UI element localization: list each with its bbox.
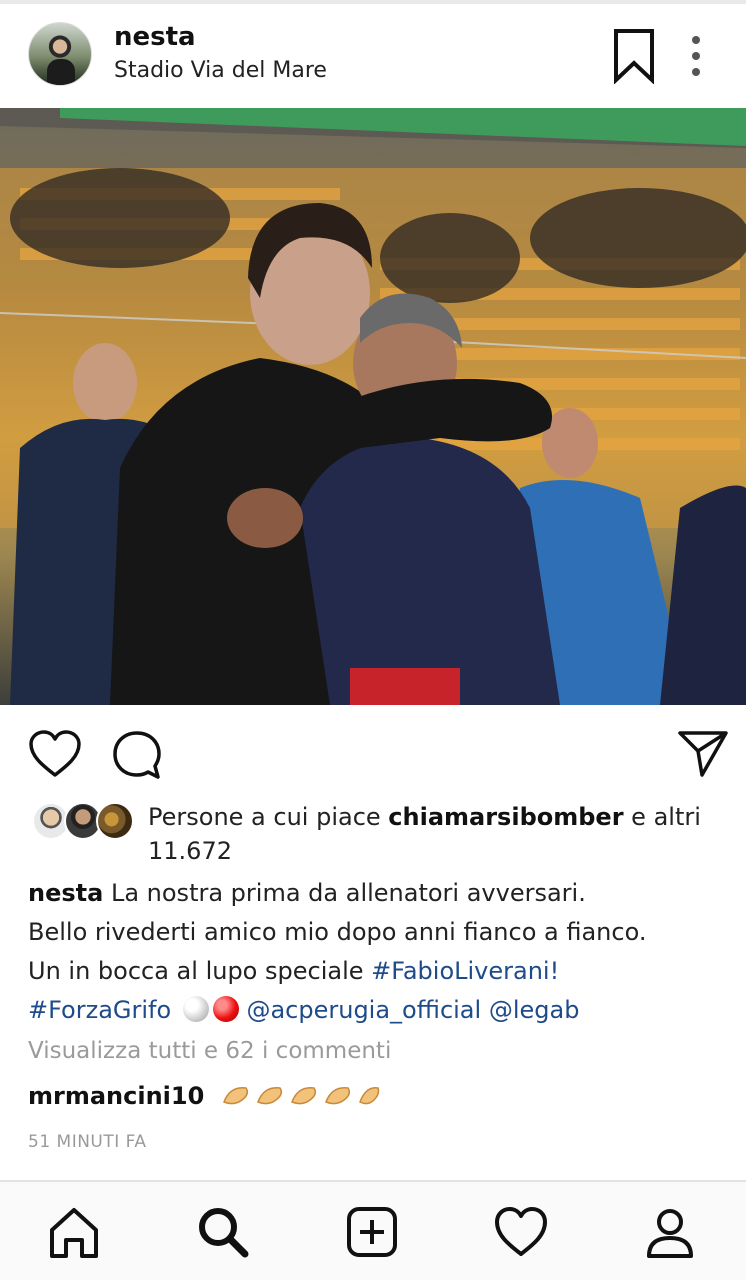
hashtag-link[interactable]: #ForzaGrifo: [28, 996, 171, 1024]
liker-avatars: [32, 802, 142, 844]
comment-icon[interactable]: [110, 729, 164, 781]
mention-link[interactable]: @legab: [489, 996, 580, 1024]
likes-prefix: Persone a cui piace: [148, 803, 389, 831]
view-all-comments-link[interactable]: Visualizza tutti e 62 i commenti: [28, 1038, 391, 1064]
red-ball-emoji: [212, 996, 239, 1022]
likes-suffix: e altri: [623, 803, 701, 831]
home-icon[interactable]: [44, 1202, 104, 1262]
activity-heart-icon[interactable]: [491, 1202, 551, 1262]
bottom-navigation: [0, 1180, 746, 1280]
send-icon[interactable]: [676, 729, 730, 779]
caption-line-1: La nostra prima da allenatori avversari.: [103, 879, 586, 907]
post-caption: nesta La nostra prima da allenatori avve…: [28, 874, 728, 1030]
post-username[interactable]: nesta: [114, 22, 196, 52]
profile-icon[interactable]: [640, 1202, 700, 1262]
likes-count: 11.672: [148, 837, 232, 865]
add-post-icon[interactable]: [342, 1202, 402, 1262]
post-action-bar: [0, 705, 746, 801]
heart-icon[interactable]: [28, 729, 82, 779]
top-liker-username[interactable]: chiamarsibomber: [388, 803, 623, 831]
more-vertical-icon[interactable]: [684, 34, 708, 78]
comment-item: mrmancini10: [28, 1080, 380, 1110]
caption-line-3: Un in bocca al lupo speciale: [28, 957, 372, 985]
bookmark-icon[interactable]: [612, 28, 656, 84]
mention-link[interactable]: @acperugia_official: [246, 996, 481, 1024]
post-location[interactable]: Stadio Via del Mare: [114, 58, 327, 83]
search-icon[interactable]: [193, 1202, 253, 1262]
caption-username[interactable]: nesta: [28, 879, 103, 907]
white-ball-emoji: [182, 996, 209, 1022]
post-photo[interactable]: [0, 108, 746, 705]
comment-username[interactable]: mrmancini10: [28, 1082, 204, 1110]
post-timestamp: 51 MINUTI FA: [28, 1132, 147, 1152]
likes-text: Persone a cui piace chiamarsibomber e al…: [148, 800, 718, 868]
liker-avatar: [96, 802, 134, 840]
likes-summary[interactable]: Persone a cui piace chiamarsibomber e al…: [28, 800, 718, 870]
clapping-hands-emoji: [222, 1087, 380, 1105]
hashtag-link[interactable]: #FabioLiverani!: [371, 957, 559, 985]
caption-line-2: Bello rivederti amico mio dopo anni fian…: [28, 918, 647, 946]
post-header: nesta Stadio Via del Mare: [0, 4, 746, 108]
user-avatar[interactable]: [28, 22, 92, 86]
